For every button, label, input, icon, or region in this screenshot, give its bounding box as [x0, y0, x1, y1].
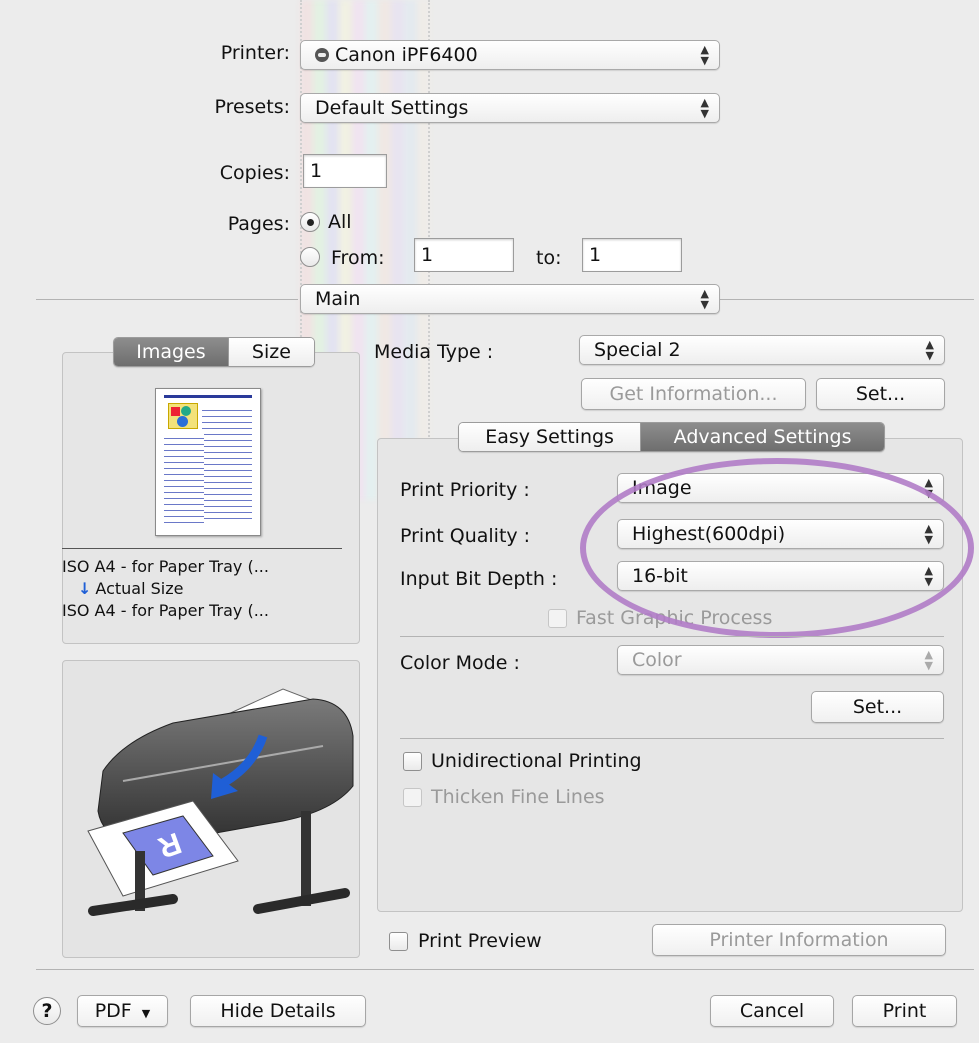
- tab-easy-settings[interactable]: Easy Settings: [459, 423, 641, 451]
- section-value: Main: [315, 288, 361, 310]
- pdf-button-label: PDF: [94, 1000, 132, 1022]
- popup-arrows-icon: ▲ ▼: [924, 648, 933, 672]
- presets-label: Presets:: [214, 96, 290, 118]
- pages-from-field[interactable]: 1: [414, 238, 514, 272]
- get-information-button[interactable]: Get Information...: [581, 378, 806, 410]
- pages-from-radio[interactable]: [300, 247, 320, 267]
- divider: [36, 969, 974, 970]
- media-type-value: Special 2: [594, 339, 681, 361]
- media-type-label: Media Type :: [374, 341, 494, 363]
- popup-arrows-icon: ▲ ▼: [925, 338, 934, 362]
- highlight-ellipse: [580, 458, 974, 638]
- help-button[interactable]: ?: [33, 997, 61, 1025]
- color-mode-label: Color Mode :: [400, 652, 520, 674]
- hide-details-button[interactable]: Hide Details: [190, 995, 366, 1027]
- divider: [400, 738, 944, 739]
- popup-arrows-icon: ▲ ▼: [700, 287, 709, 311]
- media-set-button[interactable]: Set...: [816, 378, 945, 410]
- pdf-button[interactable]: PDF ▼: [77, 995, 168, 1027]
- printer-status-icon: [315, 48, 329, 62]
- printer-value: Canon iPF6400: [335, 44, 478, 66]
- popup-arrows-icon: ▲ ▼: [700, 96, 709, 120]
- printer-illustration-icon: R: [87, 688, 354, 916]
- color-set-button[interactable]: Set...: [811, 691, 944, 723]
- tab-size[interactable]: Size: [228, 338, 314, 366]
- copies-label: Copies:: [219, 162, 290, 184]
- printer-label: Printer:: [220, 42, 290, 64]
- unidirectional-label: Unidirectional Printing: [431, 750, 642, 772]
- presets-value: Default Settings: [315, 97, 469, 119]
- tab-images[interactable]: Images: [114, 338, 228, 366]
- print-preview-checkbox[interactable]: [389, 932, 408, 951]
- pages-label: Pages:: [227, 213, 290, 235]
- thicken-label: Thicken Fine Lines: [431, 786, 605, 808]
- scale-label: ↓ Actual Size: [78, 579, 184, 598]
- print-priority-label: Print Priority :: [400, 479, 530, 501]
- divider: [400, 636, 944, 637]
- unidirectional-checkbox[interactable]: [403, 752, 422, 771]
- arrow-down-icon: ↓: [78, 579, 92, 598]
- cancel-button[interactable]: Cancel: [710, 995, 834, 1027]
- divider: [36, 299, 298, 300]
- printer-illustration-box: R: [62, 660, 360, 958]
- popup-arrows-icon: ▲ ▼: [700, 43, 709, 67]
- thicken-checkbox[interactable]: [403, 788, 422, 807]
- input-bit-depth-label: Input Bit Depth :: [400, 568, 558, 590]
- section-popup[interactable]: Main ▲ ▼: [300, 284, 720, 314]
- printer-popup[interactable]: Canon iPF6400 ▲ ▼: [300, 40, 720, 70]
- presets-popup[interactable]: Default Settings ▲ ▼: [300, 93, 720, 123]
- paper-from-label: ISO A4 - for Paper Tray (...: [62, 557, 269, 576]
- pages-all-label: All: [328, 211, 352, 233]
- image-thumbnail-icon: [168, 403, 198, 429]
- paper-to-label: ISO A4 - for Paper Tray (...: [62, 601, 269, 620]
- media-type-popup[interactable]: Special 2 ▲ ▼: [579, 335, 945, 365]
- print-preview-label: Print Preview: [418, 930, 542, 952]
- color-mode-popup[interactable]: Color ▲ ▼: [617, 645, 944, 675]
- pages-all-radio[interactable]: [300, 212, 320, 232]
- settings-tabs: Easy Settings Advanced Settings: [458, 422, 885, 452]
- divider: [62, 548, 342, 549]
- divider: [720, 299, 974, 300]
- pages-from-label: From:: [331, 247, 385, 269]
- pages-to-field[interactable]: 1: [582, 238, 682, 272]
- page-thumbnail: [155, 388, 261, 536]
- tab-advanced-settings[interactable]: Advanced Settings: [641, 423, 884, 451]
- preview-tabs: Images Size: [113, 337, 315, 367]
- color-mode-value: Color: [632, 649, 682, 671]
- copies-field[interactable]: 1: [303, 154, 387, 188]
- print-quality-label: Print Quality :: [400, 525, 531, 547]
- printer-information-button[interactable]: Printer Information: [652, 924, 946, 956]
- chevron-down-icon: ▼: [141, 1007, 151, 1020]
- pages-to-label: to:: [536, 247, 562, 269]
- print-button[interactable]: Print: [852, 995, 957, 1027]
- fast-graphic-checkbox[interactable]: [548, 609, 567, 628]
